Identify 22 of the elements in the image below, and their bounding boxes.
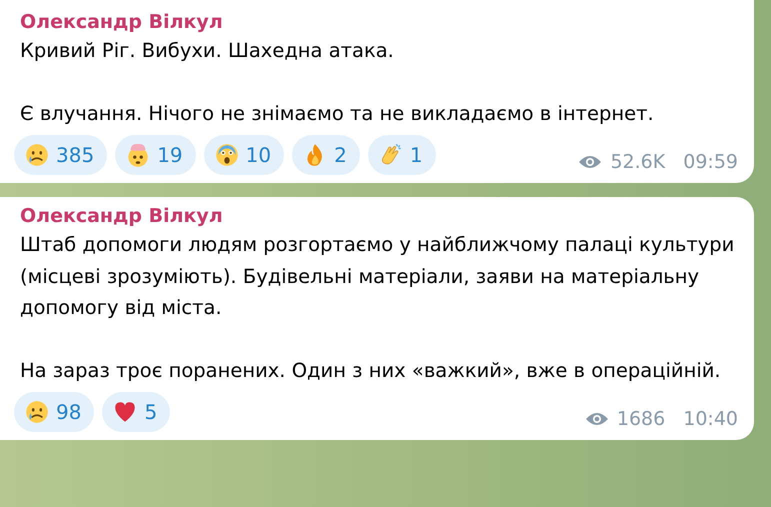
message-time: 10:40 (683, 408, 738, 430)
view-count: 52.6K (610, 151, 666, 173)
eye-icon (578, 154, 602, 170)
reaction-button[interactable]: 385 (14, 135, 108, 175)
crying-face-icon (24, 399, 50, 425)
message-text: Є влучання. Нічого не знімаємо та не викладаємо в інтернет. (20, 100, 655, 126)
author-name[interactable]: Олександр Вілкул (20, 203, 754, 229)
view-count: 1686 (616, 408, 666, 430)
reaction-button[interactable]: 10 (204, 135, 284, 175)
reaction-button[interactable]: 1 (368, 135, 436, 175)
message-text: Кривий Ріг. Вибухи. Шахедна атака. (20, 38, 395, 64)
reaction-button[interactable]: 5 (102, 392, 170, 432)
message-text: Штаб допомоги людям розгортаємо у найближчому палаці культури (місцеві зрозуміють). Будівельні матеріали, заяви на матеріальну допомогу від міста. (20, 232, 736, 321)
message-text: На зараз троє поранених. Один з них «важкий», вже в операційній. (20, 358, 722, 384)
screaming-face-icon (214, 142, 240, 168)
reaction-button[interactable]: 98 (14, 392, 94, 432)
author-name[interactable]: Олександр Вілкул (20, 9, 754, 35)
reaction-button[interactable]: 2 (292, 135, 360, 175)
eye-icon (584, 411, 609, 427)
reaction-button[interactable]: 19 (115, 135, 196, 175)
crying-face-icon (24, 142, 50, 168)
message-time: 09:59 (683, 151, 738, 173)
